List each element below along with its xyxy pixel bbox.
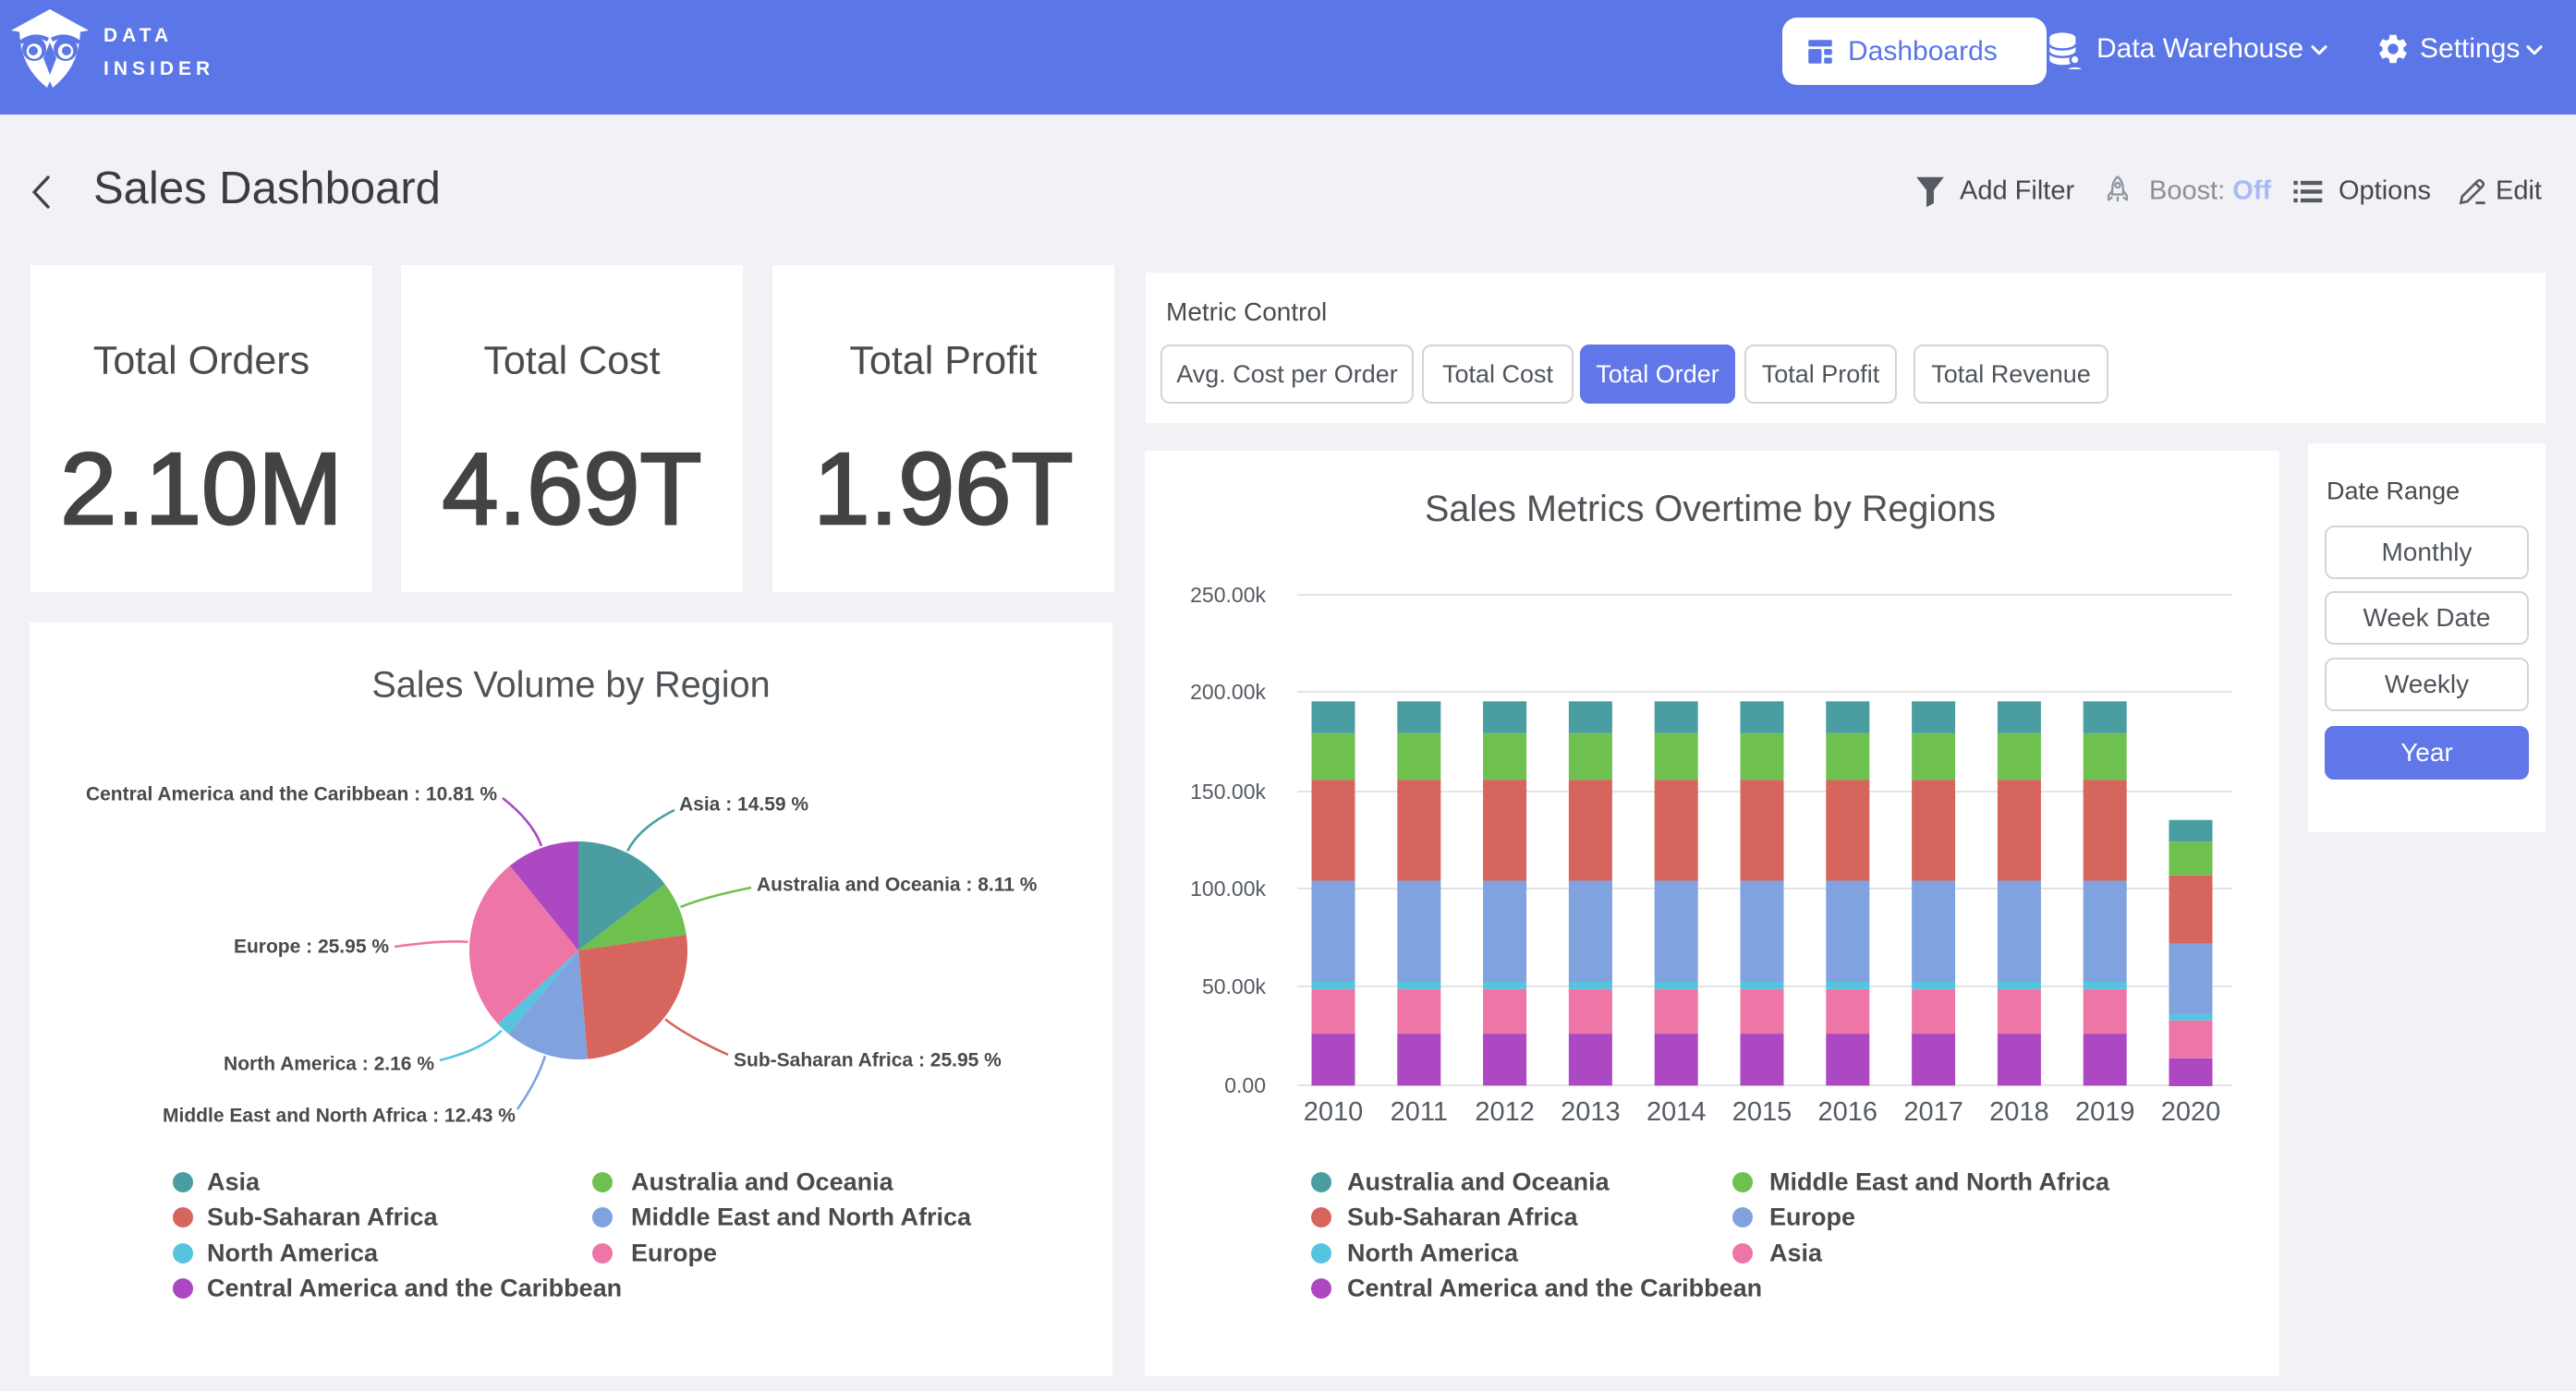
svg-text:2015: 2015 (1732, 1097, 1792, 1127)
svg-text:2010: 2010 (1304, 1097, 1364, 1127)
svg-text:100.00k: 100.00k (1190, 877, 1266, 901)
svg-text:2017: 2017 (1903, 1097, 1963, 1127)
svg-text:250.00k: 250.00k (1190, 583, 1266, 607)
svg-text:Sub-Saharan Africa : 25.95 %: Sub-Saharan Africa : 25.95 % (734, 1050, 1002, 1071)
svg-text:2014: 2014 (1646, 1097, 1707, 1127)
svg-text:2018: 2018 (1989, 1097, 2049, 1127)
svg-text:2011: 2011 (1391, 1097, 1448, 1127)
svg-text:Asia : 14.59 %: Asia : 14.59 % (679, 794, 808, 816)
svg-text:Central America and the Caribb: Central America and the Caribbean : 10.8… (86, 784, 497, 805)
svg-text:50.00k: 50.00k (1202, 974, 1267, 998)
svg-text:North America : 2.16 %: North America : 2.16 % (224, 1054, 434, 1075)
svg-text:0.00: 0.00 (1224, 1073, 1266, 1097)
svg-text:2019: 2019 (2075, 1097, 2135, 1127)
svg-text:2012: 2012 (1475, 1097, 1535, 1127)
svg-text:2016: 2016 (1818, 1097, 1878, 1127)
svg-text:2013: 2013 (1561, 1097, 1621, 1127)
svg-text:200.00k: 200.00k (1190, 680, 1266, 704)
svg-text:150.00k: 150.00k (1190, 780, 1266, 804)
svg-text:Australia and Oceania : 8.11 %: Australia and Oceania : 8.11 % (757, 875, 1038, 896)
svg-text:Sales Metrics Overtime by Regi: Sales Metrics Overtime by Regions (1425, 489, 1996, 529)
svg-text:2020: 2020 (2161, 1097, 2221, 1127)
svg-text:Middle East and North Africa :: Middle East and North Africa : 12.43 % (163, 1106, 516, 1127)
svg-text:Europe : 25.95 %: Europe : 25.95 % (234, 937, 389, 958)
